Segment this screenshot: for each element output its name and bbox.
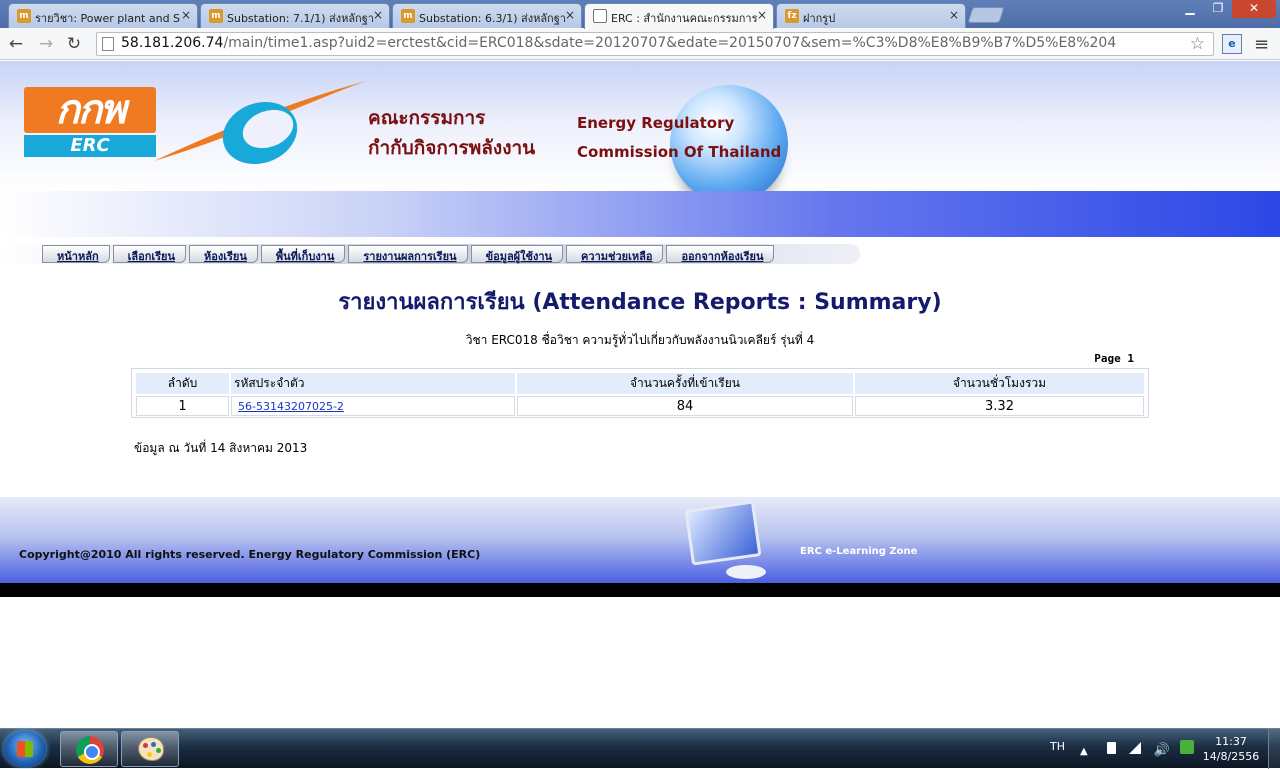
upload-site-icon: fz	[785, 9, 799, 23]
clock-date: 14/8/2556	[1202, 750, 1260, 763]
window-controls: ▁ ❐ ✕	[1176, 0, 1276, 18]
cell-order: 1	[136, 396, 229, 416]
elearning-zone-label: ERC e-Learning Zone	[800, 546, 918, 557]
nav-exit-classroom[interactable]: ออกจากห้องเรียน	[666, 245, 775, 263]
cell-student-id: 56-53143207025-2	[231, 396, 515, 416]
attendance-table: ลำดับ รหัสประจำตัว จำนวนครั้งที่เข้าเรีย…	[131, 368, 1149, 418]
taskbar-clock[interactable]: 11:37 14/8/2556	[1196, 734, 1266, 764]
taskbar-paint[interactable]	[121, 731, 179, 767]
column-header-visits: จำนวนครั้งที่เข้าเรียน	[517, 373, 853, 394]
cell-hours: 3.32	[855, 396, 1144, 416]
nav-select-course[interactable]: เลือกเรียน	[112, 245, 187, 263]
close-window-icon[interactable]: ✕	[1232, 0, 1276, 18]
org-name-english: Energy Regulatory Commission Of Thailand	[577, 109, 781, 167]
chrome-icon	[76, 736, 104, 764]
close-icon[interactable]: ×	[373, 8, 383, 22]
org-name-english-line1: Energy Regulatory	[577, 114, 735, 132]
tab-title: Substation: 7.1/1) ส่งหลักฐา	[227, 12, 374, 25]
volume-icon[interactable]: 🔊	[1153, 743, 1169, 758]
tab-title: ฝากรูป	[803, 12, 836, 25]
mouse-icon	[726, 565, 766, 579]
close-icon[interactable]: ×	[565, 8, 575, 22]
app-tray-icon[interactable]	[1180, 740, 1195, 754]
forward-icon[interactable]: →	[36, 34, 56, 54]
table-row: 1 56-53143207025-2 84 3.32	[136, 396, 1144, 416]
nav-classroom[interactable]: ห้องเรียน	[189, 245, 258, 263]
org-name-english-line2: Commission Of Thailand	[577, 143, 782, 161]
browser-tab-power-plant[interactable]: m รายวิชา: Power plant and S ×	[8, 3, 198, 28]
org-name-thai-line2: กำกับกิจการพลังงาน	[368, 137, 536, 159]
moodle-icon: m	[17, 9, 31, 23]
student-id-link[interactable]: 56-53143207025-2	[238, 400, 344, 413]
site-header: กกพ ERC คณะกรรมการ กำกับกิจการพลังงาน En…	[0, 61, 1280, 203]
erc-logo: กกพ ERC	[24, 87, 156, 157]
subject-info: วิชา ERC018 ชื่อวิชา ความรู้ทั่วไปเกี่ยว…	[465, 333, 815, 347]
nav-storage[interactable]: พื้นที่เก็บงาน	[260, 245, 346, 263]
new-tab-button[interactable]	[967, 7, 1005, 23]
close-icon[interactable]: ×	[949, 8, 959, 22]
logo-thai-acronym: กกพ	[24, 87, 156, 133]
nav-user-info[interactable]: ข้อมูลผู้ใช้งาน	[470, 245, 564, 263]
cell-visits: 84	[517, 396, 853, 416]
system-tray: ▲ 🔊	[1080, 740, 1203, 760]
input-language[interactable]: TH	[1050, 740, 1065, 753]
browser-tab-erc[interactable]: ERC : สำนักงานคณะกรรมการ ×	[584, 3, 774, 29]
url-host: 58.181.206.74	[121, 35, 224, 51]
show-desktop-button[interactable]	[1268, 729, 1280, 769]
url-path: /main/time1.asp?uid2=erctest&cid=ERC018&…	[223, 35, 1117, 51]
windows-taskbar: TH ▲ 🔊 11:37 14/8/2556	[0, 728, 1280, 769]
back-icon[interactable]: ←	[6, 34, 26, 54]
column-header-hours: จำนวนชั่วโมงรวม	[855, 373, 1144, 394]
tab-title: ERC : สำนักงานคณะกรรมการ	[611, 12, 758, 25]
paint-icon	[138, 737, 164, 761]
power-icon[interactable]	[1106, 742, 1116, 754]
reload-icon[interactable]: ↻	[64, 34, 84, 54]
page-title: รายงานผลการเรียน (Attendance Reports : S…	[338, 290, 942, 315]
address-bar[interactable]: 58.181.206.74/main/time1.asp?uid2=erctes…	[96, 32, 1214, 56]
tab-title: รายวิชา: Power plant and S	[35, 12, 181, 25]
browser-tab-strip: m รายวิชา: Power plant and S × m Substat…	[0, 0, 1280, 29]
close-icon[interactable]: ×	[181, 8, 191, 22]
nav-learning-report[interactable]: รายงานผลการเรียน	[348, 245, 468, 263]
ie-tab-extension-icon[interactable]: e	[1222, 34, 1242, 54]
data-as-of-date: ข้อมูล ณ วันที่ 14 สิงหาคม 2013	[134, 441, 308, 455]
logo-swoosh-icon	[154, 81, 366, 165]
nav-help[interactable]: ความช่วยเหลือ	[566, 245, 664, 263]
browser-tab-substation-7[interactable]: m Substation: 7.1/1) ส่งหลักฐา ×	[200, 3, 390, 28]
tab-title: Substation: 6.3/1) ส่งหลักฐา	[419, 12, 566, 25]
page-icon	[593, 9, 607, 23]
org-name-thai: คณะกรรมการ กำกับกิจการพลังงาน	[368, 103, 535, 163]
show-hidden-icons-icon[interactable]: ▲	[1080, 746, 1094, 760]
bookmark-star-icon[interactable]: ☆	[1190, 34, 1205, 54]
moodle-icon: m	[401, 9, 415, 23]
start-button[interactable]	[4, 731, 46, 767]
computer-monitor-icon	[684, 500, 762, 566]
table-header-row: ลำดับ รหัสประจำตัว จำนวนครั้งที่เข้าเรีย…	[136, 373, 1144, 394]
menu-icon[interactable]: ≡	[1254, 34, 1269, 55]
clock-time: 11:37	[1215, 735, 1247, 748]
page-number: Page 1	[1094, 352, 1134, 365]
close-icon[interactable]: ×	[757, 8, 767, 22]
logo-erc: ERC	[24, 135, 156, 157]
network-signal-icon[interactable]	[1128, 742, 1141, 754]
windows-logo-icon	[17, 741, 33, 757]
page-icon	[102, 37, 114, 51]
browser-tab-photo-upload[interactable]: fz ฝากรูป ×	[776, 3, 966, 28]
browser-tab-substation-6[interactable]: m Substation: 6.3/1) ส่งหลักฐา ×	[392, 3, 582, 28]
site-footer: Copyright@2010 All rights reserved. Ener…	[0, 497, 1280, 583]
column-header-student-id: รหัสประจำตัว	[231, 373, 515, 394]
footer-divider	[0, 583, 1280, 597]
copyright-text: Copyright@2010 All rights reserved. Ener…	[19, 548, 481, 561]
main-nav: หน้าหลัก เลือกเรียน ห้องเรียน พื้นที่เก็…	[42, 245, 777, 263]
header-band	[0, 191, 1280, 237]
nav-home[interactable]: หน้าหลัก	[42, 245, 110, 263]
minimize-icon[interactable]: ▁	[1176, 0, 1204, 18]
moodle-icon: m	[209, 9, 223, 23]
restore-icon[interactable]: ❐	[1204, 0, 1232, 18]
taskbar-chrome[interactable]	[60, 731, 118, 767]
org-name-thai-line1: คณะกรรมการ	[368, 107, 486, 129]
browser-toolbar: ← → ↻ 58.181.206.74/main/time1.asp?uid2=…	[0, 28, 1280, 60]
column-header-order: ลำดับ	[136, 373, 229, 394]
